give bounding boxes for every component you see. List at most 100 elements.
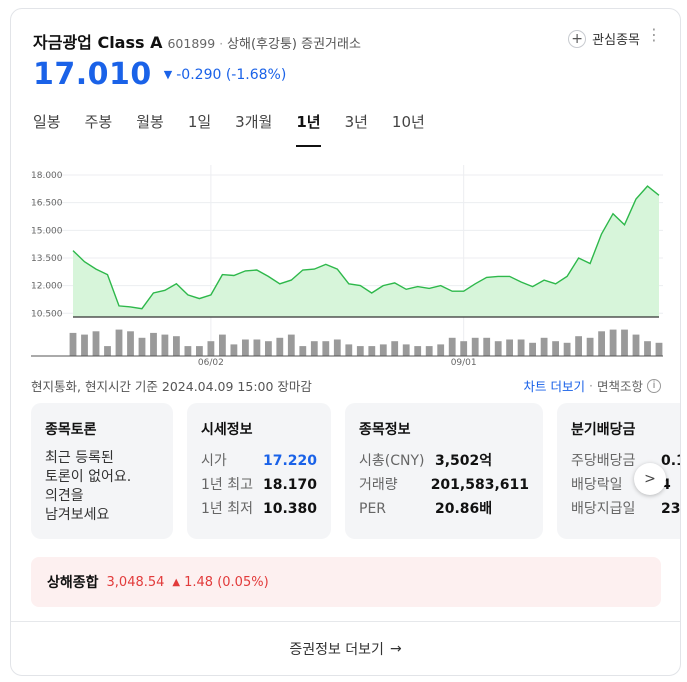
tab-weekly[interactable]: 주봉	[85, 109, 113, 147]
volume-bar	[494, 341, 502, 356]
quote-high-value: 18.170	[262, 477, 317, 493]
volume-bar	[276, 337, 284, 356]
volume-bar	[632, 334, 640, 356]
quote-title: 시세정보	[201, 422, 253, 438]
volume-bar	[92, 331, 100, 357]
price-change-value: -0.290	[176, 66, 222, 83]
volume-bar	[609, 329, 617, 356]
stock-info-row-per: PER 20.86배	[359, 497, 529, 521]
stock-info-box[interactable]: 종목정보 시총(CNY) 3,502억 거래량 201,583,611 PER 20.…	[345, 403, 543, 539]
y-tick-label: 18.000	[31, 171, 63, 181]
watchlist-label: 관심종목	[592, 33, 640, 48]
quote-high-label: 1년 최고	[201, 477, 253, 493]
per-label: PER	[359, 501, 387, 517]
tab-1d[interactable]: 1일	[188, 109, 211, 147]
volume-bar	[253, 339, 261, 356]
volume-bar	[81, 334, 88, 356]
price-chart[interactable]: 18.000 16.500 15.000 13.500 12.000 10.500 06/0…	[31, 159, 663, 369]
more-chart-link[interactable]: 차트 더보기	[524, 376, 585, 395]
index-value: 3,048.54	[106, 574, 165, 590]
volume-bar	[127, 331, 134, 357]
volume-bar	[414, 346, 422, 356]
info-icon[interactable]: i	[647, 378, 661, 393]
market-index-bar[interactable]: 상해종합 3,048.54 ▲ 1.48 (0.05%)	[31, 557, 661, 607]
volume-bar	[287, 334, 295, 356]
quote-open-value: 17.220	[262, 453, 317, 469]
price-area-fill	[73, 186, 659, 317]
volume-bar	[69, 332, 77, 356]
volume-bar	[115, 329, 123, 356]
volume-bar	[460, 341, 468, 356]
volume-bar	[368, 346, 376, 356]
volume-bar	[425, 346, 433, 356]
volume-bar	[173, 336, 180, 356]
volume-bar	[150, 332, 157, 356]
volume-bar	[598, 331, 605, 357]
period-tabs: 일봉 주봉 월봉 1일 3개월 1년 3년 10년	[33, 109, 449, 147]
volume-bar	[184, 346, 192, 356]
stock-card: 자금광업 Class A 601899 · 상해(후강퉁) 증권거래소 + 관심…	[10, 8, 681, 676]
volume-bar	[265, 341, 272, 356]
tab-daily[interactable]: 일봉	[33, 109, 61, 147]
volume-bar	[586, 337, 594, 356]
y-tick-label: 16.500	[31, 199, 63, 209]
summary-boxes: 종목토론 최근 등록된 토론이 없어요. 의견을 남겨보세요 시세정보 시가 17…	[31, 403, 680, 539]
stock-info-row-mcap: 시총(CNY) 3,502억	[359, 449, 529, 473]
disclaimer-link[interactable]: 면책조항	[597, 376, 643, 395]
tab-3y[interactable]: 3년	[345, 109, 368, 147]
price-change-percent: (-1.68%)	[225, 66, 287, 83]
y-tick-label: 15.000	[31, 226, 63, 236]
y-tick-label: 10.500	[31, 309, 63, 319]
index-name: 상해종합	[47, 575, 99, 591]
volume-bar	[299, 346, 307, 356]
current-price: 17.010	[33, 57, 152, 92]
y-tick-label: 13.500	[31, 254, 63, 264]
forum-box[interactable]: 종목토론 최근 등록된 토론이 없어요. 의견을 남겨보세요	[31, 403, 173, 539]
stock-info-row-volume: 거래량 201,583,611	[359, 473, 529, 497]
chart-info-row: 현지통화, 현지시간 기준 2024.04.09 15:00 장마감 차트 더보…	[31, 374, 661, 396]
more-vertical-icon[interactable]: ⋮	[646, 27, 662, 43]
volume-bar	[471, 337, 479, 356]
volume-bar	[483, 337, 491, 356]
add-to-watchlist-button[interactable]: + 관심종목	[568, 29, 640, 48]
quote-box[interactable]: 시세정보 시가 17.220 1년 최고 18.170 1년 최저 10.380	[187, 403, 331, 539]
volume-label: 거래량	[359, 477, 398, 493]
volume-bar	[506, 339, 513, 356]
price-change: -0.290 (-1.68%)	[176, 67, 286, 83]
volume-bar	[621, 329, 628, 356]
tab-monthly[interactable]: 월봉	[136, 109, 164, 147]
index-change: 1.48 (0.05%)	[184, 574, 269, 590]
volume-bar	[161, 334, 169, 356]
footer-label: 증권정보 더보기	[289, 641, 384, 658]
stock-name[interactable]: 자금광업 Class A	[33, 29, 162, 53]
volume-bar	[563, 342, 571, 356]
exchange-name: 상해(후강퉁) 증권거래소	[227, 37, 361, 52]
dps-value: 0.1	[661, 453, 680, 469]
chart-svg: 18.000 16.500 15.000 13.500 12.000 10.500 06/0…	[31, 165, 663, 368]
quote-open-label: 시가	[201, 453, 227, 469]
volume-bar	[575, 336, 582, 356]
tab-10y[interactable]: 10년	[392, 109, 425, 147]
more-stock-info-button[interactable]: 증권정보 더보기 →	[11, 621, 680, 675]
volume-bar	[379, 344, 387, 356]
volume-bar	[540, 337, 548, 356]
volume-bar	[104, 346, 111, 356]
volume-bar	[345, 344, 353, 356]
volume-bar	[242, 339, 249, 356]
stock-info-title: 종목정보	[359, 422, 411, 438]
volume-bar	[644, 341, 651, 356]
quote-row-high: 1년 최고 18.170	[201, 473, 317, 497]
tab-1y[interactable]: 1년	[296, 109, 321, 147]
price-row: 17.010 ▼ -0.290 (-1.68%)	[33, 57, 286, 92]
stock-code: 601899	[167, 36, 216, 51]
tab-3m[interactable]: 3개월	[235, 109, 272, 147]
volume-bar	[655, 342, 663, 356]
chevron-right-icon[interactable]: >	[634, 463, 666, 495]
volume-bar	[356, 346, 364, 356]
volume-bar	[552, 341, 559, 356]
down-triangle-icon: ▼	[163, 68, 173, 81]
plus-circle-icon: +	[568, 29, 587, 48]
volume-bar	[219, 334, 226, 356]
x-tick-label: 09/01	[451, 358, 477, 368]
separator-dot: ·	[589, 378, 593, 393]
